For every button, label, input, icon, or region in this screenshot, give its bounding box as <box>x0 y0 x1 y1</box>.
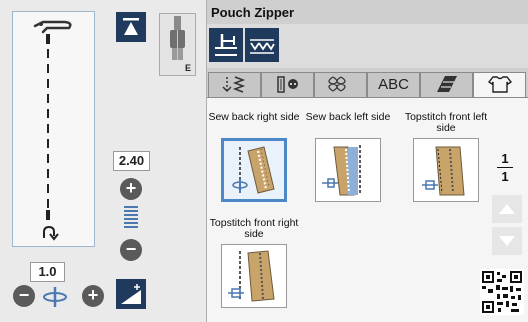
stitch-preview <box>12 11 95 247</box>
tab-abc[interactable]: ABC <box>367 72 420 98</box>
pattern-panel: Pouch Zipper ABC Sew back right side Sew… <box>206 0 528 322</box>
single-pattern-mode-button[interactable] <box>209 28 243 62</box>
arrow-up-icon <box>499 204 515 214</box>
pattern-thumbnail <box>413 138 479 202</box>
presser-foot-icon: E <box>159 13 196 76</box>
length-plus-button[interactable]: + <box>82 285 104 307</box>
arrow-down-icon <box>499 236 515 246</box>
utility-stitch-icon <box>221 76 245 93</box>
tab-buttonhole[interactable] <box>261 72 314 98</box>
tab-decorative[interactable] <box>314 72 367 98</box>
page-up-button[interactable] <box>492 195 522 223</box>
taper-stitch-button[interactable] <box>116 279 146 309</box>
tab-quilt[interactable] <box>420 72 473 98</box>
page-indicator: 1 1 <box>497 151 513 184</box>
stitch-settings-panel: E 2.40 + − 1.0 − + <box>0 0 206 322</box>
stitch-length-value: 1.0 <box>30 262 65 282</box>
buttonhole-icon <box>276 76 298 93</box>
length-minus-button[interactable]: − <box>13 285 35 307</box>
qr-code-icon[interactable] <box>480 269 524 315</box>
pattern-list: Sew back right side Sew back left side T… <box>207 97 528 322</box>
pattern-label: Topstitch front left side <box>404 111 488 134</box>
needle-position-up-button[interactable] <box>116 12 146 42</box>
page-down-button[interactable] <box>492 227 522 255</box>
pattern-label: Sew back left side <box>305 111 391 123</box>
page-total: 1 <box>501 169 509 184</box>
pattern-thumbnail <box>221 138 287 202</box>
pattern-thumbnail <box>221 244 287 308</box>
width-plus-button[interactable]: + <box>120 178 142 200</box>
stitch-length-icon <box>41 286 69 308</box>
pattern-label: Topstitch front right side <box>209 217 299 240</box>
sewing-screen: E 2.40 + − 1.0 − + Pouch Zipper ABC Sew … <box>0 0 528 322</box>
shirt-icon <box>487 76 512 93</box>
stitch-width-value: 2.40 <box>113 151 150 171</box>
category-tabs: ABC <box>207 72 528 98</box>
presser-foot-letter: E <box>184 63 191 73</box>
decorative-stitch-icon <box>327 76 346 92</box>
width-minus-button[interactable]: − <box>120 239 142 261</box>
tab-craft[interactable] <box>473 72 526 98</box>
mode-bar <box>207 24 528 68</box>
pattern-topstitch-front-right[interactable]: Topstitch front right side <box>208 218 300 308</box>
pattern-title: Pouch Zipper <box>211 5 295 20</box>
pattern-label: Sew back right side <box>208 111 300 123</box>
pattern-topstitch-front-left[interactable]: Topstitch front left side <box>400 112 492 202</box>
pattern-thumbnail <box>315 138 381 202</box>
page-current: 1 <box>501 151 509 166</box>
combination-mode-button[interactable] <box>245 28 279 62</box>
tab-utility[interactable] <box>208 72 261 98</box>
quilt-stitch-icon <box>436 76 457 92</box>
stitch-width-icon <box>124 206 138 232</box>
pattern-sew-back-right[interactable]: Sew back right side <box>208 112 300 202</box>
pattern-sew-back-left[interactable]: Sew back left side <box>302 112 394 202</box>
